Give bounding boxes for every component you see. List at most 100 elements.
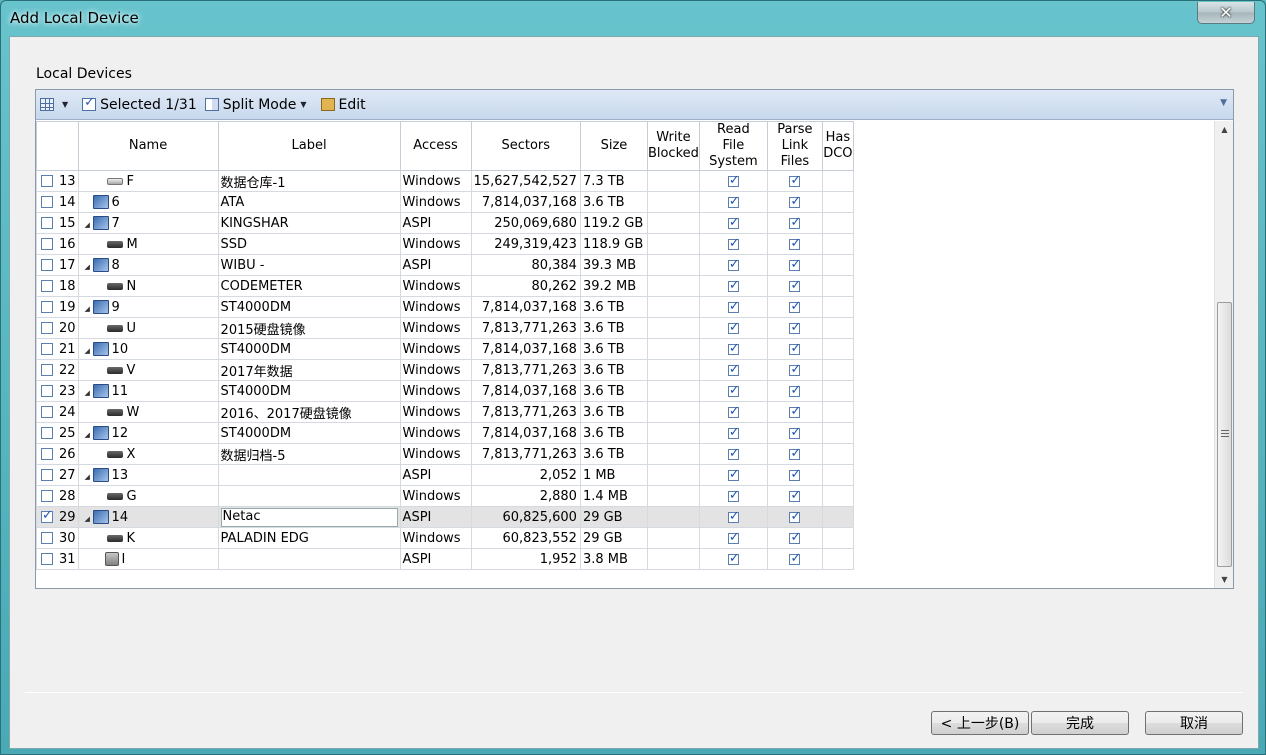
table-row[interactable]: 14 6 ATA Windows 7,814,037,168 3.6 TB <box>36 191 854 213</box>
read-file-system-cell[interactable] <box>698 527 768 549</box>
table-row[interactable]: 15 ◢ 7 KINGSHAR ASPI 250,069,680 119.2 GB <box>36 212 854 234</box>
name-cell[interactable]: ◢ 7 <box>77 212 219 234</box>
parse-link-files-checkbox[interactable] <box>789 488 801 503</box>
read-file-system-checkbox[interactable] <box>727 257 740 272</box>
table-row[interactable]: 18 N CODEMETER Windows 80,262 39.2 MB <box>36 275 854 297</box>
parse-link-files-cell[interactable] <box>766 401 823 423</box>
parse-link-files-checkbox[interactable] <box>789 509 801 524</box>
name-cell[interactable]: K <box>77 527 219 549</box>
read-file-system-checkbox[interactable] <box>727 530 740 545</box>
read-file-system-cell[interactable] <box>698 422 768 444</box>
selected-count-button[interactable]: Selected 1/31 <box>82 95 197 113</box>
index-cell[interactable]: 27 <box>36 464 79 486</box>
parse-link-files-checkbox[interactable] <box>789 362 801 377</box>
index-cell[interactable]: 15 <box>36 212 79 234</box>
label-cell[interactable]: 2017年数据 <box>217 359 401 381</box>
row-checkbox[interactable] <box>41 406 53 418</box>
read-file-system-cell[interactable] <box>698 443 768 465</box>
table-row[interactable]: 25 ◢ 12 ST4000DM Windows 7,814,037,168 3.6 TB <box>36 422 854 444</box>
parse-link-files-cell[interactable] <box>766 275 823 297</box>
row-checkbox[interactable] <box>41 553 53 565</box>
label-cell[interactable]: ST4000DM <box>217 338 401 360</box>
read-file-system-cell[interactable] <box>698 380 768 402</box>
read-file-system-checkbox[interactable] <box>727 383 740 398</box>
parse-link-files-checkbox[interactable] <box>789 551 801 566</box>
read-file-system-checkbox[interactable] <box>727 173 740 188</box>
name-cell[interactable]: ◢ 11 <box>77 380 219 402</box>
expand-arrow-icon[interactable]: ◢ <box>85 473 93 481</box>
label-cell[interactable]: ST4000DM <box>217 296 401 318</box>
read-file-system-cell[interactable] <box>698 317 768 339</box>
row-checkbox[interactable] <box>41 301 53 313</box>
read-file-system-cell[interactable] <box>698 254 768 276</box>
write-blocked-cell[interactable] <box>646 233 700 255</box>
write-blocked-cell[interactable] <box>646 485 700 507</box>
write-blocked-cell[interactable] <box>646 422 700 444</box>
parse-link-files-cell[interactable] <box>766 485 823 507</box>
parse-link-files-cell[interactable] <box>766 254 823 276</box>
read-file-system-checkbox[interactable] <box>727 236 740 251</box>
read-file-system-checkbox[interactable] <box>727 320 740 335</box>
table-row[interactable]: 16 M SSD Windows 249,319,423 118.9 GB <box>36 233 854 255</box>
column-header-read-file-system[interactable]: Read File System <box>698 121 768 171</box>
index-cell[interactable]: 28 <box>36 485 79 507</box>
column-header-size[interactable]: Size <box>579 121 648 171</box>
read-file-system-checkbox[interactable] <box>727 467 740 482</box>
name-cell[interactable]: 6 <box>77 191 219 213</box>
table-row[interactable]: 30 K PALADIN EDG Windows 60,823,552 29 GB <box>36 527 854 549</box>
write-blocked-cell[interactable] <box>646 548 700 570</box>
column-header-parse-link-files[interactable]: Parse Link Files <box>766 121 823 171</box>
table-row[interactable]: 22 V 2017年数据 Windows 7,813,771,263 3.6 TB <box>36 359 854 381</box>
write-blocked-cell[interactable] <box>646 254 700 276</box>
parse-link-files-cell[interactable] <box>766 338 823 360</box>
index-cell[interactable]: 17 <box>36 254 79 276</box>
read-file-system-checkbox[interactable] <box>727 215 740 230</box>
expand-arrow-icon[interactable]: ◢ <box>85 263 93 271</box>
row-checkbox[interactable] <box>41 322 53 334</box>
cancel-button[interactable]: 取消 <box>1145 711 1243 735</box>
expand-arrow-icon[interactable]: ◢ <box>85 221 93 229</box>
expand-arrow-icon[interactable]: ◢ <box>85 347 93 355</box>
parse-link-files-checkbox[interactable] <box>789 341 801 356</box>
name-cell[interactable]: X <box>77 443 219 465</box>
name-cell[interactable]: ◢ 10 <box>77 338 219 360</box>
table-row[interactable]: 31 I ASPI 1,952 3.8 MB <box>36 548 854 570</box>
write-blocked-cell[interactable] <box>646 380 700 402</box>
column-header-has-dco[interactable]: Has DCO <box>821 121 854 171</box>
write-blocked-cell[interactable] <box>646 170 700 192</box>
read-file-system-checkbox[interactable] <box>727 446 740 461</box>
parse-link-files-cell[interactable] <box>766 464 823 486</box>
parse-link-files-cell[interactable] <box>766 296 823 318</box>
parse-link-files-checkbox[interactable] <box>789 467 801 482</box>
back-button[interactable]: < 上一步(B) <box>931 711 1029 735</box>
parse-link-files-checkbox[interactable] <box>789 215 801 230</box>
row-checkbox[interactable] <box>41 259 53 271</box>
label-cell[interactable]: PALADIN EDG <box>217 527 401 549</box>
vertical-scrollbar[interactable]: ▲ ▼ <box>1214 121 1233 588</box>
close-button[interactable]: ✕ <box>1197 2 1255 24</box>
row-checkbox[interactable] <box>41 532 53 544</box>
name-cell[interactable]: M <box>77 233 219 255</box>
name-cell[interactable]: V <box>77 359 219 381</box>
column-header-access[interactable]: Access <box>399 121 472 171</box>
name-cell[interactable]: I <box>77 548 219 570</box>
label-cell[interactable]: SSD <box>217 233 401 255</box>
parse-link-files-checkbox[interactable] <box>789 530 801 545</box>
write-blocked-cell[interactable] <box>646 506 700 528</box>
table-row[interactable]: 21 ◢ 10 ST4000DM Windows 7,814,037,168 3.6 TB <box>36 338 854 360</box>
read-file-system-cell[interactable] <box>698 170 768 192</box>
index-cell[interactable]: 31 <box>36 548 79 570</box>
write-blocked-cell[interactable] <box>646 275 700 297</box>
table-row[interactable]: 24 W 2016、2017硬盘镜像 Windows 7,813,771,263 3.6 … <box>36 401 854 423</box>
index-cell[interactable]: 16 <box>36 233 79 255</box>
finish-button[interactable]: 完成 <box>1031 711 1129 735</box>
write-blocked-cell[interactable] <box>646 191 700 213</box>
index-cell[interactable]: 19 <box>36 296 79 318</box>
name-cell[interactable]: ◢ 13 <box>77 464 219 486</box>
parse-link-files-checkbox[interactable] <box>789 173 801 188</box>
row-checkbox[interactable] <box>41 469 53 481</box>
column-header-sectors[interactable]: Sectors <box>470 121 581 171</box>
toolbar-overflow-icon[interactable]: ▼ <box>1220 98 1227 108</box>
parse-link-files-cell[interactable] <box>766 548 823 570</box>
parse-link-files-checkbox[interactable] <box>789 404 801 419</box>
